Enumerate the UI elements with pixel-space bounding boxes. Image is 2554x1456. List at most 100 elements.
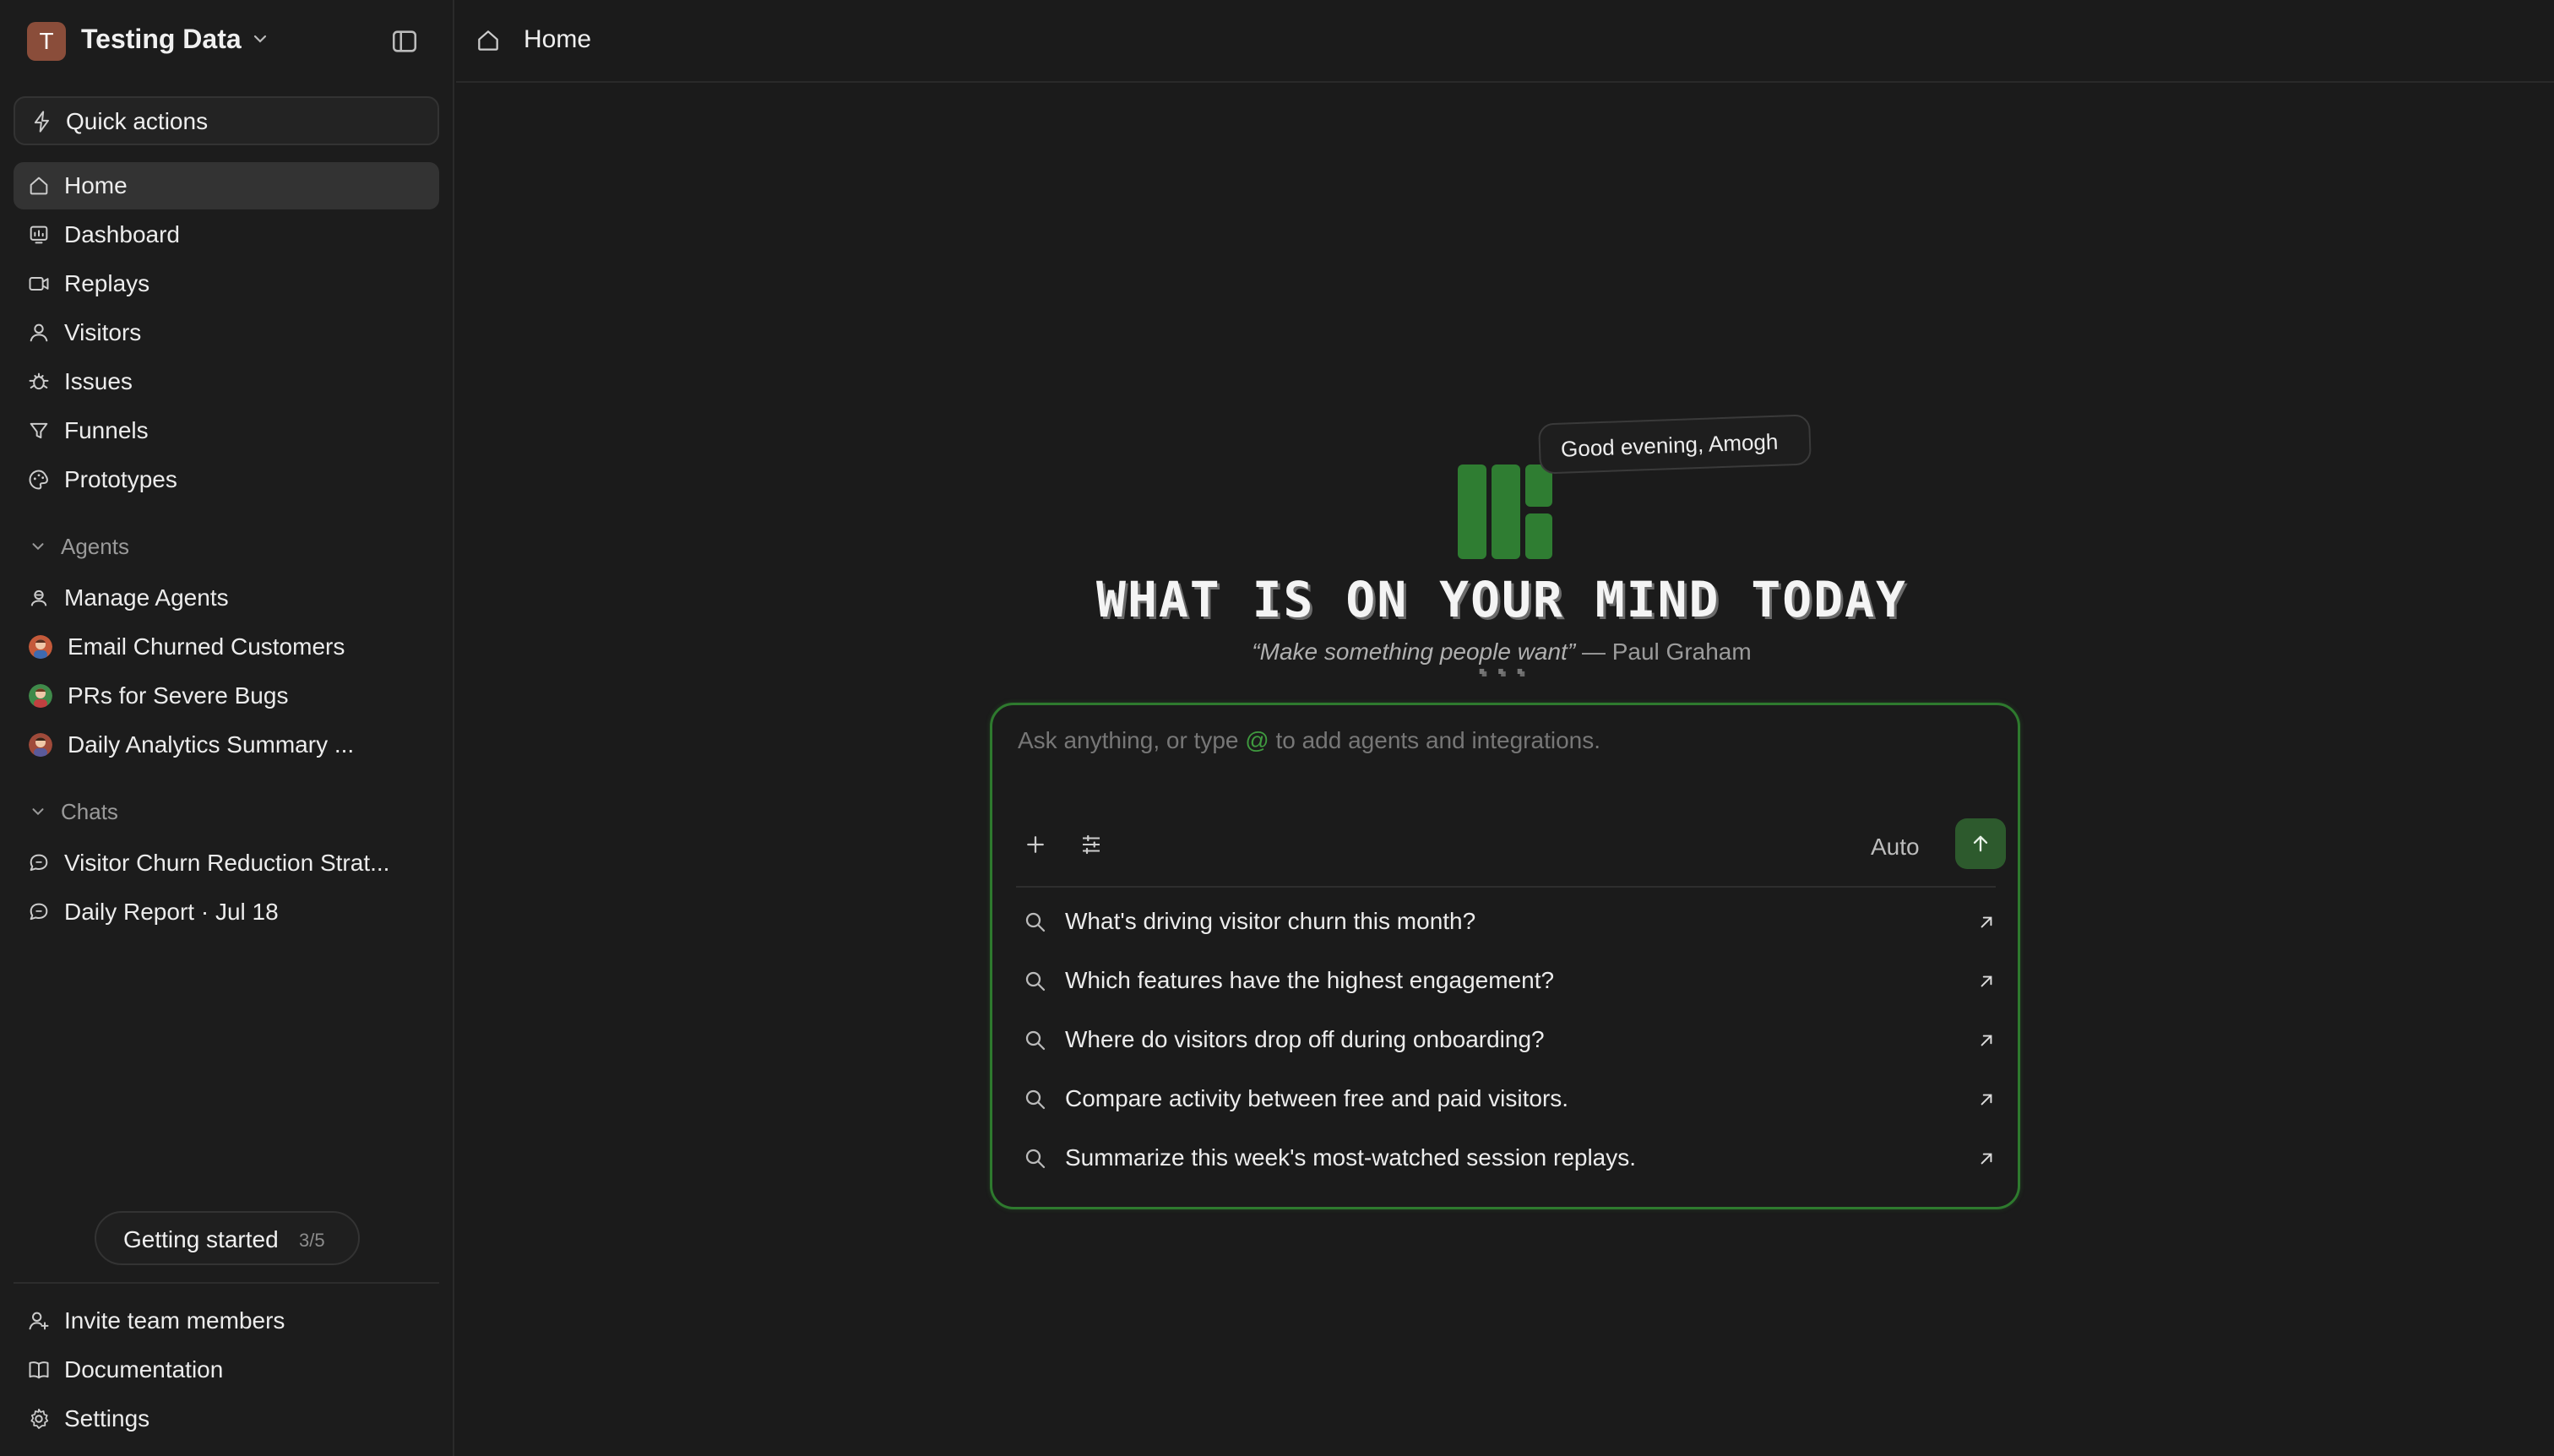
- getting-started-button[interactable]: Getting started 3/5: [95, 1211, 360, 1265]
- send-button[interactable]: [1955, 818, 2006, 869]
- add-attachment-button[interactable]: [1023, 832, 1048, 857]
- agent-avatar-icon: [29, 635, 52, 659]
- placeholder-text: Ask anything, or type: [1018, 727, 1246, 753]
- chevron-down-icon: [29, 537, 47, 556]
- user-icon: [27, 321, 51, 345]
- headline: WHAT IS ON YOUR MIND TODAY ...: [1078, 571, 1926, 686]
- invite-icon: [27, 1309, 51, 1333]
- sidebar-item-funnels[interactable]: Funnels: [14, 407, 439, 454]
- composer-divider: [1016, 886, 1996, 888]
- section-title: Agents: [61, 534, 129, 559]
- home-icon: [475, 27, 502, 54]
- search-icon: [1023, 910, 1048, 935]
- arrow-up-right-icon: [1975, 1089, 1997, 1111]
- sidebar-item-label: Issues: [64, 368, 133, 394]
- agents-section-header[interactable]: Agents: [29, 534, 367, 562]
- sidebar-item-agent[interactable]: Daily Analytics Summary ...: [14, 721, 439, 769]
- arrow-up-right-icon: [1975, 1030, 1997, 1051]
- sidebar-item-label: Visitors: [64, 319, 142, 345]
- sidebar-item-agent[interactable]: PRs for Severe Bugs: [14, 672, 439, 720]
- settings-sliders-icon[interactable]: [1079, 832, 1104, 857]
- arrow-up-right-icon: [1975, 911, 1997, 933]
- sidebar-item-label: Manage Agents: [64, 584, 229, 611]
- sidebar-item-label: Documentation: [64, 1356, 224, 1383]
- suggestion-text: Summarize this week's most-watched sessi…: [1065, 1144, 1637, 1171]
- sidebar-item-invite[interactable]: Invite team members: [14, 1297, 439, 1345]
- sidebar-item-settings[interactable]: Settings: [14, 1395, 439, 1442]
- gear-icon: [27, 1407, 51, 1431]
- sidebar-item-visitors[interactable]: Visitors: [14, 309, 439, 356]
- sidebar-item-label: Prototypes: [64, 466, 177, 492]
- sidebar-item-label: Home: [64, 172, 128, 198]
- model-selector[interactable]: Auto: [1871, 834, 1920, 861]
- book-icon: [27, 1358, 51, 1382]
- getting-started-progress: 3/5: [299, 1230, 325, 1251]
- arrow-up-icon: [1973, 835, 1988, 852]
- sidebar-item-label: PRs for Severe Bugs: [68, 682, 289, 709]
- quote-author: — Paul Graham: [1581, 638, 1752, 665]
- suggestion-text: Which features have the highest engageme…: [1065, 967, 1555, 993]
- chat-icon: [27, 900, 51, 924]
- sidebar-item-documentation[interactable]: Documentation: [14, 1346, 439, 1394]
- workspace-name[interactable]: Testing Data: [81, 24, 242, 55]
- headline-text: WHAT IS ON YOUR MIND TODAY: [1096, 571, 1907, 628]
- sidebar-item-prototypes[interactable]: Prototypes: [14, 456, 439, 503]
- sidebar-item-label: Invite team members: [64, 1307, 285, 1334]
- getting-started-label: Getting started: [123, 1226, 279, 1252]
- chevron-down-icon: [29, 802, 47, 821]
- chats-section-header[interactable]: Chats: [29, 799, 367, 828]
- placeholder-at: @: [1245, 727, 1269, 753]
- sidebar-item-label: Daily Analytics Summary ...: [68, 731, 355, 758]
- sidebar-item-label: Settings: [64, 1405, 150, 1432]
- sidebar-item-agent[interactable]: Email Churned Customers: [14, 623, 439, 671]
- composer-input[interactable]: Ask anything, or type @ to add agents an…: [1018, 727, 1600, 754]
- agent-avatar-icon: [29, 733, 52, 757]
- suggestion-item[interactable]: Compare activity between free and paid v…: [1016, 1073, 1996, 1126]
- sidebar-item-label: Email Churned Customers: [68, 633, 345, 660]
- sidebar-item-label: Dashboard: [64, 221, 180, 247]
- page-title: Home: [524, 25, 592, 53]
- chevron-down-icon[interactable]: [250, 29, 270, 49]
- chat-composer[interactable]: Ask anything, or type @ to add agents an…: [990, 703, 2020, 1209]
- sidebar-item-chat[interactable]: Daily Report · Jul 18: [14, 888, 439, 936]
- suggestion-item[interactable]: What's driving visitor churn this month?: [1016, 896, 1996, 948]
- funnel-icon: [27, 419, 51, 443]
- quick-actions-button[interactable]: Quick actions: [14, 96, 439, 145]
- bug-icon: [27, 370, 51, 394]
- chat-icon: [27, 851, 51, 875]
- app-logo: [1456, 463, 1554, 561]
- sidebar-item-replays[interactable]: Replays: [14, 260, 439, 307]
- sidebar-item-manage-agents[interactable]: Manage Agents: [14, 574, 439, 622]
- topbar: Home: [456, 0, 2554, 83]
- greeting-text: Good evening, Amogh: [1560, 428, 1779, 462]
- search-icon: [1023, 1146, 1048, 1171]
- suggestion-text: Where do visitors drop off during onboar…: [1065, 1026, 1545, 1052]
- quick-actions-label: Quick actions: [66, 108, 209, 134]
- sidebar-item-label: Daily Report · Jul 18: [64, 899, 279, 925]
- sidebar-toggle-icon[interactable]: [390, 27, 419, 56]
- arrow-up-right-icon: [1975, 1148, 1997, 1170]
- sidebar-item-label: Funnels: [64, 417, 149, 443]
- sidebar-item-home[interactable]: Home: [14, 162, 439, 209]
- sidebar-item-dashboard[interactable]: Dashboard: [14, 211, 439, 258]
- suggestion-item[interactable]: Summarize this week's most-watched sessi…: [1016, 1133, 1996, 1185]
- placeholder-text: to add agents and integrations.: [1269, 727, 1600, 753]
- workspace-avatar[interactable]: T: [27, 22, 66, 61]
- sidebar: T Testing Data Quick actions Home Dashbo…: [0, 0, 454, 1456]
- agent-icon: [27, 586, 51, 610]
- section-title: Chats: [61, 799, 118, 824]
- suggestion-item[interactable]: Which features have the highest engageme…: [1016, 955, 1996, 1008]
- dashboard-icon: [27, 223, 51, 247]
- sidebar-item-chat[interactable]: Visitor Churn Reduction Strat...: [14, 839, 439, 887]
- suggestion-text: What's driving visitor churn this month?: [1065, 908, 1476, 934]
- agent-avatar-icon: [29, 684, 52, 708]
- sidebar-item-issues[interactable]: Issues: [14, 358, 439, 405]
- search-icon: [1023, 1087, 1048, 1112]
- arrow-up-right-icon: [1975, 970, 1997, 992]
- suggestion-item[interactable]: Where do visitors drop off during onboar…: [1016, 1014, 1996, 1067]
- quote: “Make something people want” — Paul Grah…: [1078, 638, 1926, 666]
- palette-icon: [27, 468, 51, 492]
- sidebar-item-label: Visitor Churn Reduction Strat...: [64, 850, 390, 876]
- sidebar-item-label: Replays: [64, 270, 150, 296]
- search-icon: [1023, 1028, 1048, 1053]
